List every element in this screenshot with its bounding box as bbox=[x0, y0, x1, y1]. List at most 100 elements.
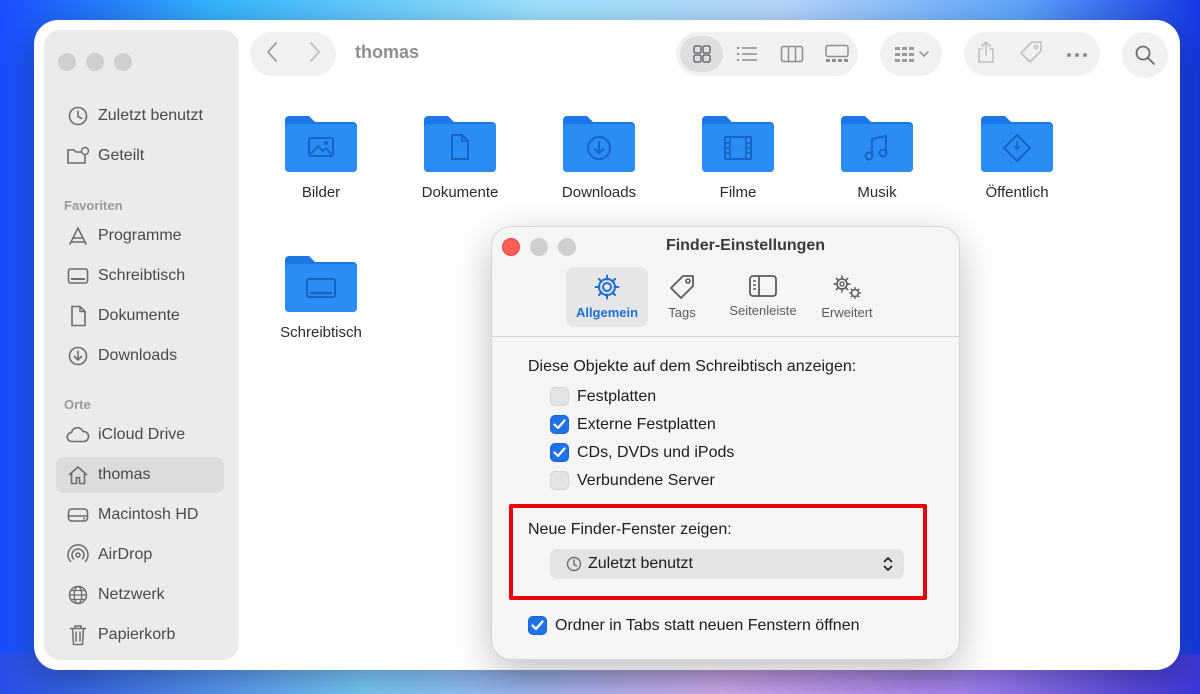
sidebar-item-documents[interactable]: Dokumente bbox=[56, 298, 224, 334]
tag-icon bbox=[1020, 40, 1042, 63]
columns-icon bbox=[780, 45, 803, 63]
sidebar-section-favorites: Favoriten bbox=[64, 198, 123, 213]
ellipsis-icon bbox=[1067, 53, 1088, 57]
sidebar-item-label: Macintosh HD bbox=[98, 506, 199, 523]
folder-public[interactable]: Öffentlich bbox=[952, 112, 1082, 201]
checkmark-icon bbox=[553, 447, 566, 458]
tab-label: Erweitert bbox=[821, 305, 873, 320]
folder-label: Musik bbox=[857, 184, 897, 201]
sidebar-item-downloads[interactable]: Downloads bbox=[56, 338, 224, 374]
folder-documents[interactable]: Dokumente bbox=[395, 112, 525, 201]
checkbox-row-hard-disks[interactable]: Festplatten bbox=[550, 387, 656, 406]
checkbox-label: Externe Festplatten bbox=[577, 415, 716, 433]
home-icon bbox=[66, 463, 90, 487]
sidebar-item-macintosh-hd[interactable]: Macintosh HD bbox=[56, 497, 224, 533]
folder-pictures[interactable]: Bilder bbox=[256, 112, 386, 201]
tab-label: Allgemein bbox=[575, 305, 639, 320]
navigation-buttons bbox=[250, 32, 336, 76]
close-button[interactable] bbox=[58, 53, 76, 71]
open-in-tabs-checkbox[interactable] bbox=[528, 616, 547, 635]
sidebar-item-shared[interactable]: Geteilt bbox=[56, 138, 224, 174]
tab-advanced[interactable]: Erweitert bbox=[812, 267, 882, 327]
sidebar-item-applications[interactable]: Programme bbox=[56, 218, 224, 254]
airdrop-icon bbox=[66, 543, 90, 567]
cloud-icon bbox=[66, 423, 90, 447]
icon-view-button[interactable] bbox=[680, 36, 723, 72]
sidebar-item-label: Schreibtisch bbox=[98, 267, 186, 284]
tag-button[interactable] bbox=[1019, 40, 1043, 69]
sidebar-icon bbox=[749, 275, 777, 297]
tab-general[interactable]: Allgemein bbox=[566, 267, 648, 327]
action-buttons bbox=[964, 32, 1100, 76]
download-icon bbox=[66, 344, 90, 368]
tab-sidebar[interactable]: Seitenleiste bbox=[718, 267, 808, 327]
search-icon bbox=[1135, 45, 1155, 65]
sidebar-item-label: Downloads bbox=[98, 347, 178, 364]
checkbox-row-servers[interactable]: Verbundene Server bbox=[550, 471, 715, 490]
sidebar-item-airdrop[interactable]: AirDrop bbox=[56, 537, 224, 573]
window-title: thomas bbox=[355, 42, 420, 62]
desktop-items-heading: Diese Objekte auf dem Schreibtisch anzei… bbox=[528, 358, 857, 375]
back-button[interactable] bbox=[265, 39, 279, 70]
sidebar-item-label: AirDrop bbox=[98, 546, 153, 563]
forward-button[interactable] bbox=[308, 39, 322, 70]
group-by-button[interactable] bbox=[880, 32, 942, 76]
sidebar-item-label: Papierkorb bbox=[98, 626, 176, 643]
sidebar-section-locations: Orte bbox=[64, 397, 91, 412]
folder-music[interactable]: Musik bbox=[812, 112, 942, 201]
sidebar-item-recents[interactable]: Zuletzt benutzt bbox=[56, 98, 224, 134]
gears-icon bbox=[833, 275, 862, 300]
desktop-icon bbox=[66, 264, 90, 288]
folder-icon bbox=[424, 116, 496, 172]
share-icon bbox=[977, 40, 994, 63]
tag-icon bbox=[670, 275, 694, 299]
sidebar-item-label: iCloud Drive bbox=[98, 426, 186, 443]
folder-label: Schreibtisch bbox=[280, 324, 362, 341]
column-view-button[interactable] bbox=[770, 36, 813, 72]
sidebar-item-label: Dokumente bbox=[98, 307, 180, 324]
folder-downloads[interactable]: Downloads bbox=[534, 112, 664, 201]
trash-icon bbox=[66, 623, 90, 647]
sidebar: Zuletzt benutzt Geteilt Favoriten Progra… bbox=[44, 30, 239, 660]
folder-label: Dokumente bbox=[421, 184, 499, 201]
folder-desktop[interactable]: Schreibtisch bbox=[256, 252, 386, 341]
gallery-view-button[interactable] bbox=[815, 36, 858, 72]
folder-label: Öffentlich bbox=[985, 184, 1049, 201]
search-button[interactable] bbox=[1122, 32, 1168, 78]
list-icon bbox=[736, 46, 757, 62]
share-button[interactable] bbox=[976, 40, 996, 69]
more-button[interactable] bbox=[1066, 45, 1088, 63]
folder-movies[interactable]: Filme bbox=[673, 112, 803, 201]
tab-tags[interactable]: Tags bbox=[656, 267, 708, 327]
cds-dvds-ipods-checkbox[interactable] bbox=[550, 443, 569, 462]
clock-icon bbox=[66, 104, 90, 128]
folder-icon bbox=[841, 116, 913, 172]
group-icon bbox=[894, 47, 914, 62]
external-disks-checkbox[interactable] bbox=[550, 415, 569, 434]
checkbox-label: Festplatten bbox=[577, 387, 657, 405]
zoom-button[interactable] bbox=[114, 53, 132, 71]
checkbox-label: CDs, DVDs und iPods bbox=[577, 443, 735, 461]
sidebar-item-network[interactable]: Netzwerk bbox=[56, 577, 224, 613]
sidebar-item-label: Zuletzt benutzt bbox=[98, 107, 203, 124]
minimize-button[interactable] bbox=[86, 53, 104, 71]
checkbox-row-external-disks[interactable]: Externe Festplatten bbox=[550, 415, 716, 434]
sidebar-item-home[interactable]: thomas bbox=[56, 457, 224, 493]
sidebar-item-trash[interactable]: Papierkorb bbox=[56, 617, 224, 653]
sidebar-item-icloud[interactable]: iCloud Drive bbox=[56, 417, 224, 453]
gear-icon bbox=[594, 274, 620, 300]
connected-servers-checkbox[interactable] bbox=[550, 471, 569, 490]
document-icon bbox=[66, 304, 90, 328]
list-view-button[interactable] bbox=[725, 36, 768, 72]
sidebar-item-label: Programme bbox=[98, 227, 182, 244]
chevron-right-icon bbox=[309, 41, 320, 62]
grid-icon bbox=[692, 45, 711, 63]
hard-disks-checkbox[interactable] bbox=[550, 387, 569, 406]
sidebar-item-desktop[interactable]: Schreibtisch bbox=[56, 258, 224, 294]
folder-icon bbox=[285, 256, 357, 312]
folder-icon bbox=[981, 116, 1053, 172]
checkbox-row-open-in-tabs[interactable]: Ordner in Tabs statt neuen Fenstern öffn… bbox=[528, 616, 860, 635]
checkbox-row-cds[interactable]: CDs, DVDs und iPods bbox=[550, 443, 734, 462]
sidebar-item-label: Geteilt bbox=[98, 147, 145, 164]
chevron-left-icon bbox=[266, 41, 277, 62]
